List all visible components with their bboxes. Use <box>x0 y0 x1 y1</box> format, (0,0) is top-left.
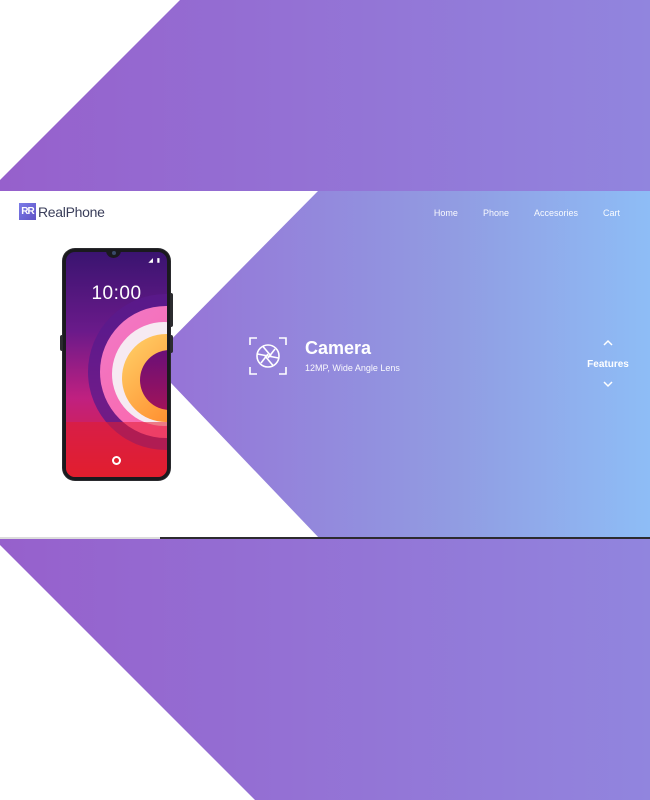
nav-cart[interactable]: Cart <box>603 208 620 218</box>
feature-title: Camera <box>305 338 372 358</box>
camera-aperture-icon <box>249 337 287 375</box>
front-camera-icon <box>112 251 116 255</box>
chevron-down-icon[interactable] <box>600 378 616 390</box>
features-label[interactable]: Features <box>580 359 636 370</box>
status-icons: ◢ ▮ <box>148 258 161 264</box>
nav-accesories[interactable]: Accesories <box>534 208 578 218</box>
phone-side-button <box>170 335 173 353</box>
background-band-top <box>0 0 650 191</box>
camera-shortcut-icon <box>112 456 121 465</box>
phone-image: ◢ ▮ 10:00 <box>63 249 170 480</box>
chevron-up-icon[interactable] <box>600 337 616 349</box>
hero-section: RR RealPhone Home Phone Accesories Cart <box>0 191 650 539</box>
page: RR RealPhone Home Phone Accesories Cart <box>0 0 650 800</box>
feature-subtitle: 12MP, Wide Angle Lens <box>305 363 400 373</box>
background-band-bottom <box>0 539 650 800</box>
logo-icon: RR <box>19 203 36 220</box>
nav-phone[interactable]: Phone <box>483 208 509 218</box>
divider-left <box>0 537 160 539</box>
divider <box>160 537 650 539</box>
brand-name: RealPhone <box>38 203 105 220</box>
phone-screen: ◢ ▮ 10:00 <box>66 252 167 477</box>
main-nav: Home Phone Accesories Cart <box>409 208 620 218</box>
logo[interactable]: RR RealPhone <box>19 203 105 220</box>
phone-clock: 10:00 <box>91 283 142 304</box>
nav-home[interactable]: Home <box>434 208 458 218</box>
phone-side-button <box>170 293 173 327</box>
